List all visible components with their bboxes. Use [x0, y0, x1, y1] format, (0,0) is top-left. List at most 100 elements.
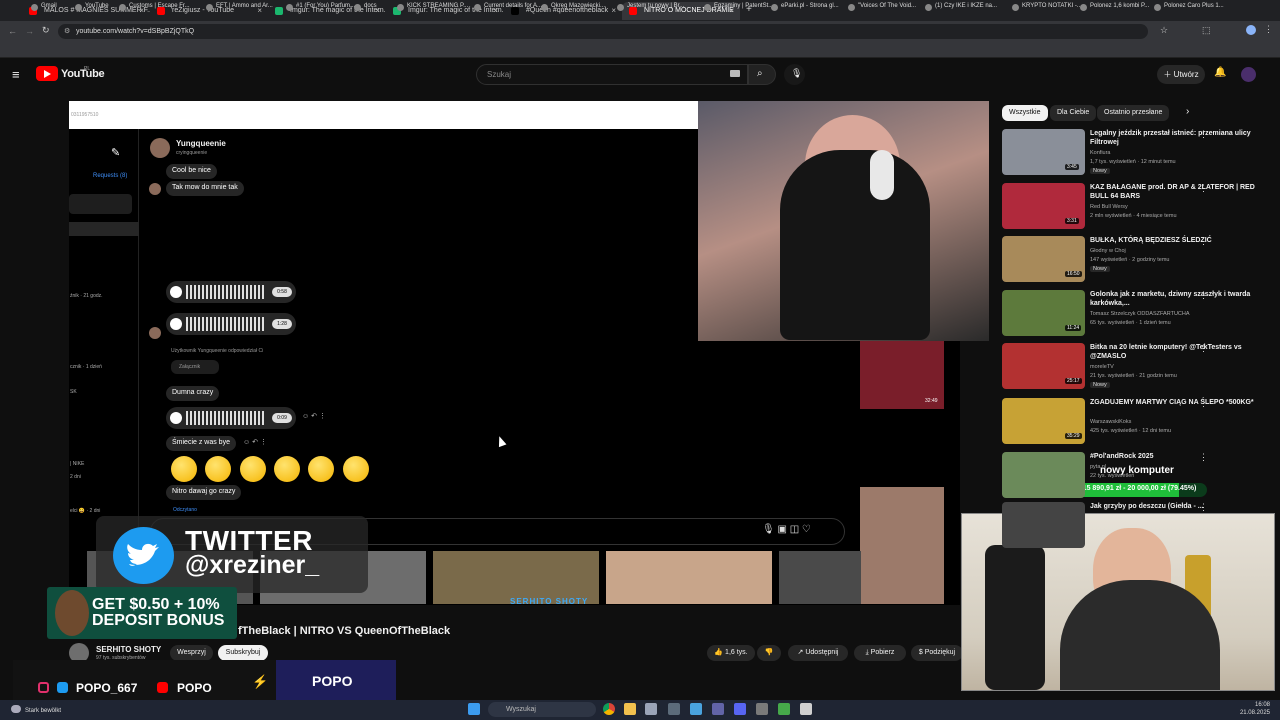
channel-name[interactable]: Konfiura: [1090, 150, 1111, 156]
menu-icon[interactable]: ≡: [12, 67, 20, 82]
bookmark-item[interactable]: (1) Czy IKE i IKZE na...: [925, 3, 997, 11]
app-icon[interactable]: [712, 703, 724, 715]
app-icon[interactable]: [645, 703, 657, 715]
browser-menu-icon[interactable]: ⋮: [1264, 24, 1273, 35]
create-button[interactable]: ＋ Utwórz: [1157, 65, 1205, 84]
recommended-video[interactable]: 11:24 Golonka jak z marketu, dziwny szasz…: [1002, 290, 1272, 340]
reload-icon[interactable]: ↻: [42, 25, 50, 36]
bookmark-item[interactable]: Jestem tu nowy | Br...: [617, 3, 684, 11]
video-title[interactable]: Golonka jak z marketu, dziwny szaszłyk i…: [1090, 290, 1260, 308]
video-title[interactable]: BUŁKA, KTÓRĄ BĘDZIESZ ŚLEDZIĆ: [1090, 236, 1260, 245]
channel-name[interactable]: moreleTV: [1090, 364, 1114, 370]
forward-icon[interactable]: →: [25, 26, 34, 36]
windows-start-icon[interactable]: [468, 703, 480, 715]
search-button[interactable]: ⌕: [748, 64, 776, 85]
filter-chip[interactable]: Dla Ciebie: [1050, 105, 1097, 121]
bookmark-item[interactable]: Current details for A...: [474, 3, 542, 11]
filter-chip[interactable]: Wszystkie: [1002, 105, 1048, 121]
recommended-video[interactable]: 25:17 Bitka na 20 letnie komputery! @TekT…: [1002, 343, 1272, 393]
filter-chip[interactable]: Ostatnio przesłane: [1097, 105, 1170, 121]
bookmark-item[interactable]: eParki.pl - Strona gl...: [771, 3, 839, 11]
more-options-icon[interactable]: ⋮: [1199, 183, 1208, 194]
recommended-video[interactable]: Jak grzyby po deszczu (Giełda - ... ⋮: [1002, 502, 1272, 552]
download-button[interactable]: ⤓ Pobierz: [854, 645, 906, 661]
bookmark-item[interactable]: Egzaminy | PatentSt...: [704, 3, 773, 11]
requests-label: Requests (8): [93, 173, 128, 179]
more-options-icon[interactable]: ⋮: [1199, 290, 1208, 301]
app-icon[interactable]: [668, 703, 680, 715]
keyboard-icon[interactable]: [730, 70, 740, 77]
share-button[interactable]: ↗ Udostępnij: [788, 645, 848, 661]
dislike-button[interactable]: 👎: [757, 645, 781, 661]
bookmark-item[interactable]: #1 (For You) Parfum...: [286, 3, 355, 11]
channel-name[interactable]: SERHITO SHOTY: [96, 645, 161, 654]
recommended-video[interactable]: #Pol'andRock 2025 pyta.pl 22 tys. wyświetl…: [1002, 452, 1272, 502]
video-thumbnail[interactable]: [1002, 502, 1085, 548]
explorer-icon[interactable]: [624, 703, 636, 715]
bookmark-item[interactable]: KRYPTO NOTATKI -...: [1012, 3, 1082, 11]
video-duration: 3:31: [1065, 218, 1079, 224]
video-meta: 21 tys. wyświetleń · 21 godzin temu: [1090, 373, 1177, 379]
bookmark-item[interactable]: EFT | Ammo and Ar...: [206, 3, 273, 11]
chrome-icon[interactable]: [603, 703, 615, 715]
bookmark-item[interactable]: docs: [354, 3, 377, 11]
youtube-logo-icon[interactable]: [36, 66, 58, 81]
channel-name[interactable]: WarszawskiKoks: [1090, 419, 1131, 425]
conversation-preview: cznik · 1 dzień: [70, 364, 102, 370]
bookmark-item[interactable]: Customs | Escape Fr...: [119, 3, 190, 11]
app-icon[interactable]: [690, 703, 702, 715]
bookmark-item[interactable]: Polonez 1,6 kombi P...: [1080, 3, 1149, 11]
back-icon[interactable]: ←: [8, 26, 17, 36]
video-title[interactable]: KAZ BAŁAGANE prod. DR AP & 2LATEFOR | RE…: [1090, 183, 1260, 201]
channel-name[interactable]: Głodny w Choj: [1090, 248, 1126, 254]
channel-name[interactable]: pyta.pl: [1090, 464, 1106, 470]
app-icon[interactable]: [778, 703, 790, 715]
video-title[interactable]: Legalny jeździk przestał istnieć: przemi…: [1090, 129, 1260, 147]
message-bubble: Nitro dawaj go crazy: [166, 485, 242, 500]
notifications-bell-icon[interactable]: 🔔: [1214, 67, 1226, 78]
taskbar-search[interactable]: Wyszukaj: [488, 702, 596, 717]
recommended-video[interactable]: 35:29 ZGADUJEMY MARTWY CIĄG NA ŚLEPO *500…: [1002, 398, 1272, 448]
video-title[interactable]: #Pol'andRock 2025: [1090, 452, 1260, 461]
more-options-icon[interactable]: ⋮: [1199, 398, 1208, 409]
bookmark-item[interactable]: YouTube: [75, 3, 109, 11]
video-title[interactable]: ZGADUJEMY MARTWY CIĄG NA ŚLEPO *500KG*: [1090, 398, 1260, 407]
channel-name[interactable]: Red Bull Wersy: [1090, 204, 1128, 210]
youtube-logo-text[interactable]: YouTube: [61, 68, 105, 80]
app-icon[interactable]: [800, 703, 812, 715]
profile-avatar[interactable]: [1246, 25, 1256, 35]
chips-next-icon[interactable]: ›: [1186, 106, 1189, 117]
more-options-icon[interactable]: ⋮: [1199, 343, 1208, 354]
app-icon[interactable]: [756, 703, 768, 715]
recommended-video[interactable]: 3:45 Legalny jeździk przestał istnieć: pr…: [1002, 129, 1272, 179]
search-input[interactable]: Szukaj: [476, 64, 748, 85]
bookmark-star-icon[interactable]: ☆: [1160, 25, 1168, 36]
site-info-icon[interactable]: ⚙: [64, 27, 70, 35]
more-options-icon[interactable]: ⋮: [1199, 502, 1208, 513]
bookmark-item[interactable]: Okręg Mazowiecki...: [541, 3, 605, 11]
channel-name[interactable]: Tomasz Strzelczyk ODDASZFARTUCHA: [1090, 311, 1190, 317]
account-avatar[interactable]: [1241, 67, 1256, 82]
bookmark-item[interactable]: Gmail: [31, 3, 57, 11]
address-bar[interactable]: youtube.com/watch?v=dSBpBZjQTkQ: [58, 24, 1148, 39]
app-icon[interactable]: [734, 703, 746, 715]
recommended-video[interactable]: 16:50 BUŁKA, KTÓRĄ BĘDZIESZ ŚLEDZIĆ Głodny…: [1002, 236, 1272, 286]
video-thumbnail[interactable]: [1002, 452, 1085, 498]
like-button[interactable]: 👍 1,6 tys.: [707, 645, 755, 661]
more-options-icon[interactable]: ⋮: [1199, 129, 1208, 140]
more-options-icon[interactable]: ⋮: [1199, 452, 1208, 463]
join-button[interactable]: Wesprzyj: [170, 645, 213, 661]
bookmark-item[interactable]: "Voices Of The Void...: [848, 3, 916, 11]
thanks-button[interactable]: $ Podziękuj: [911, 645, 963, 661]
video-title[interactable]: Bitka na 20 letnie komputery! @TekTester…: [1090, 343, 1260, 361]
voice-search-button[interactable]: 🎙: [784, 64, 805, 85]
recommended-video[interactable]: 3:31 KAZ BAŁAGANE prod. DR AP & 2LATEFOR …: [1002, 183, 1272, 233]
more-options-icon[interactable]: ⋮: [1199, 236, 1208, 247]
bookmark-item[interactable]: Polonez Caro Plus 1...: [1154, 3, 1224, 11]
tab-close-icon[interactable]: ×: [611, 2, 616, 20]
video-title[interactable]: Jak grzyby po deszczu (Giełda - ...: [1090, 502, 1260, 511]
extensions-icon[interactable]: ⬚: [1202, 25, 1211, 36]
bookmark-item[interactable]: KICK STREAMING P...: [397, 3, 468, 11]
subscribe-button[interactable]: Subskrybuj: [218, 645, 268, 661]
name-plate-text: POPO: [312, 673, 353, 689]
